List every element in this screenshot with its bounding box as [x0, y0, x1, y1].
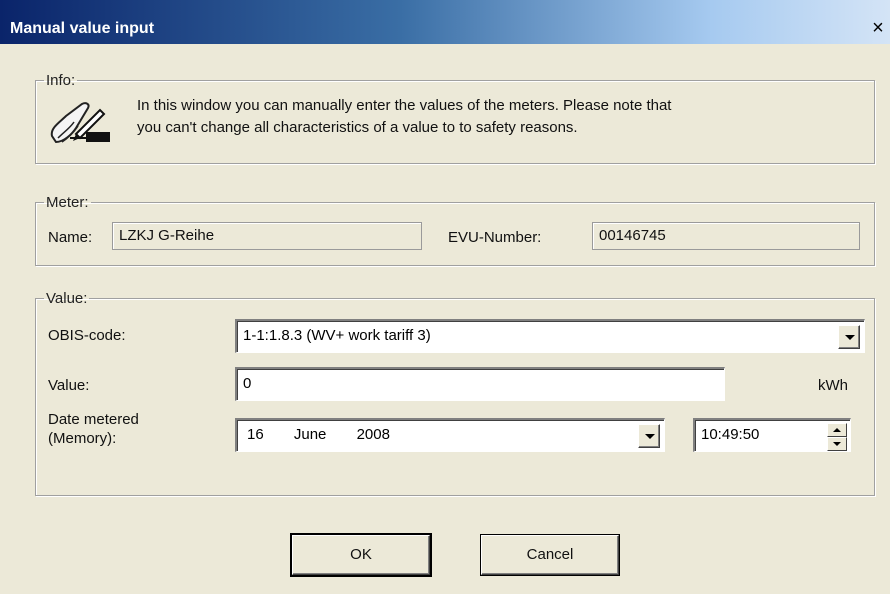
obis-code-select[interactable]: 1-1:1.8.3 (WV+ work tariff 3) [235, 319, 865, 353]
date-metered-label-line2: (Memory): [48, 430, 117, 447]
title-bar[interactable]: Manual value input × [0, 0, 890, 44]
value-input-text: 0 [243, 375, 252, 392]
unit-label: kWh [818, 377, 848, 394]
info-text-line2: you can't change all characteristics of … [137, 119, 578, 136]
time-picker[interactable]: 10:49:50 [693, 418, 851, 452]
obis-code-selected-value: 1-1:1.8.3 (WV+ work tariff 3) [243, 327, 431, 344]
value-legend: Value: [46, 290, 88, 307]
name-label: Name: [48, 229, 93, 246]
evu-number-value: 00146745 [592, 222, 860, 250]
info-group: Info: [35, 72, 875, 164]
time-spinner[interactable] [827, 423, 847, 451]
date-year: 2008 [356, 426, 390, 443]
name-value: LZKJ G-Reihe [112, 222, 422, 250]
window-title: Manual value input [10, 20, 155, 37]
value-input[interactable]: 0 [235, 367, 725, 401]
info-legend: Info: [46, 72, 76, 89]
time-value: 10:49:50 [701, 426, 760, 443]
spin-up-icon[interactable] [827, 423, 847, 437]
spin-down-icon[interactable] [827, 437, 847, 451]
evu-number-label: EVU-Number: [448, 229, 542, 246]
date-day: 16 [247, 426, 264, 443]
info-text-line1: In this window you can manually enter th… [137, 97, 672, 114]
calendar-dropdown-icon[interactable] [638, 424, 660, 448]
obis-code-label: OBIS-code: [48, 327, 126, 344]
pen-on-paper-icon [46, 98, 112, 150]
meter-legend: Meter: [46, 194, 89, 211]
cancel-button[interactable]: Cancel [481, 535, 619, 575]
date-metered-label-line1: Date metered [48, 411, 139, 428]
date-month: June [293, 426, 327, 443]
ok-button[interactable]: OK [292, 535, 430, 575]
dialog-body: Info: In this window you can manually en… [0, 44, 890, 594]
chevron-down-icon[interactable] [838, 325, 860, 349]
close-button[interactable]: × [868, 18, 888, 38]
value-label: Value: [48, 377, 90, 394]
date-picker[interactable]: 16 June 2008 [235, 418, 665, 452]
